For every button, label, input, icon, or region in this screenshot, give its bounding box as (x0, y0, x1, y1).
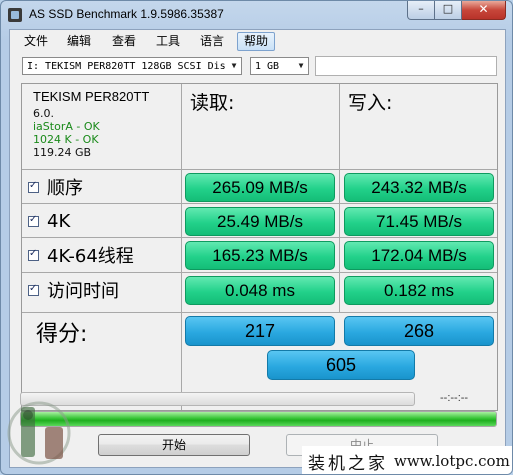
device-name: TEKISM PER820TT (33, 89, 150, 104)
score-write: 268 (344, 316, 494, 346)
close-icon: ✕ (478, 2, 489, 16)
divider (339, 84, 340, 313)
result-write-sequential: 243.32 MB/s (344, 173, 494, 202)
client-area: 文件 编辑 查看 工具 语言 帮助 I: TEKISM PER820TT 128… (9, 29, 506, 468)
score-label: 得分: (36, 322, 88, 347)
minimize-button[interactable]: – (407, 1, 435, 20)
row-label-4k-64[interactable]: 4K-64线程 (28, 239, 134, 271)
maximize-button[interactable]: □ (435, 1, 462, 20)
row-label-text: 访问时间 (47, 281, 119, 302)
title-bar[interactable]: AS SSD Benchmark 1.9.5986.35387 – □ ✕ (1, 1, 512, 29)
result-write-4k-64: 172.04 MB/s (344, 241, 494, 270)
watermark-banner: 装机之家 www.lotpc.com (302, 446, 512, 474)
results-grid: TEKISM PER820TT 6.0. iaStorA - OK 1024 K… (21, 83, 498, 411)
menu-tools[interactable]: 工具 (150, 33, 186, 50)
device-firmware: 6.0. (33, 107, 54, 120)
menu-help[interactable]: 帮助 (237, 32, 276, 51)
window-title: AS SSD Benchmark 1.9.5986.35387 (29, 7, 224, 21)
chevron-down-icon: ▼ (231, 61, 237, 70)
score-total: 605 (267, 350, 415, 380)
result-write-4k: 71.45 MB/s (344, 207, 494, 236)
menu-view[interactable]: 查看 (106, 33, 142, 50)
checkbox-4k-64[interactable] (28, 248, 39, 261)
watermark-site-name: 装机之家 (308, 453, 388, 474)
elapsed-time: --:--:-- (440, 392, 469, 404)
divider (22, 272, 497, 273)
menu-language[interactable]: 语言 (194, 33, 230, 50)
size-dropdown-value: 1 GB (255, 61, 280, 72)
row-label-text: 顺序 (47, 178, 83, 199)
checkbox-sequential[interactable] (28, 180, 39, 193)
close-button[interactable]: ✕ (462, 1, 506, 20)
score-read: 217 (185, 316, 335, 346)
chevron-down-icon: ▼ (298, 61, 304, 70)
watermark-seal (7, 401, 71, 465)
divider (22, 237, 497, 238)
divider (181, 84, 182, 410)
row-label-text: 4K (47, 210, 71, 232)
overall-progress (20, 411, 497, 427)
result-read-access-time: 0.048 ms (185, 276, 335, 305)
checkbox-access-time[interactable] (28, 283, 39, 296)
divider (22, 169, 497, 170)
result-read-4k-64: 165.23 MB/s (185, 241, 335, 270)
device-info: TEKISM PER820TT 6.0. iaStorA - OK 1024 K… (33, 90, 149, 159)
menu-file[interactable]: 文件 (18, 33, 54, 50)
divider (22, 312, 497, 313)
result-read-sequential: 265.09 MB/s (185, 173, 335, 202)
write-column-header: 写入: (348, 92, 393, 114)
window-controls: – □ ✕ (407, 1, 506, 20)
divider (22, 203, 497, 204)
app-window: AS SSD Benchmark 1.9.5986.35387 – □ ✕ 文件… (0, 0, 513, 475)
app-icon (8, 8, 22, 22)
watermark-url: www.lotpc.com (394, 452, 510, 470)
overall-progress-fill (21, 412, 496, 426)
read-column-header: 读取: (190, 92, 235, 114)
driver-status: iaStorA - OK (33, 120, 100, 133)
drive-dropdown[interactable]: I: TEKISM PER820TT 128GB SCSI Dis ▼ (22, 57, 242, 75)
device-capacity: 119.24 GB (33, 146, 92, 159)
minimize-icon: – (418, 2, 424, 15)
menu-edit[interactable]: 编辑 (61, 33, 97, 50)
row-label-sequential[interactable]: 顺序 (28, 171, 83, 203)
size-dropdown[interactable]: 1 GB ▼ (250, 57, 309, 75)
start-button[interactable]: 开始 (98, 434, 250, 456)
menu-bar: 文件 编辑 查看 工具 语言 帮助 (10, 30, 505, 52)
maximize-icon: □ (442, 2, 454, 15)
result-read-4k: 25.49 MB/s (185, 207, 335, 236)
checkbox-4k[interactable] (28, 214, 39, 227)
status-field[interactable] (315, 56, 497, 76)
drive-dropdown-value: I: TEKISM PER820TT 128GB SCSI Dis (27, 61, 226, 72)
result-write-access-time: 0.182 ms (344, 276, 494, 305)
row-label-access-time[interactable]: 访问时间 (28, 274, 119, 306)
row-label-4k[interactable]: 4K (28, 205, 70, 237)
row-label-text: 4K-64线程 (47, 246, 134, 267)
alignment-status: 1024 K - OK (33, 133, 99, 146)
